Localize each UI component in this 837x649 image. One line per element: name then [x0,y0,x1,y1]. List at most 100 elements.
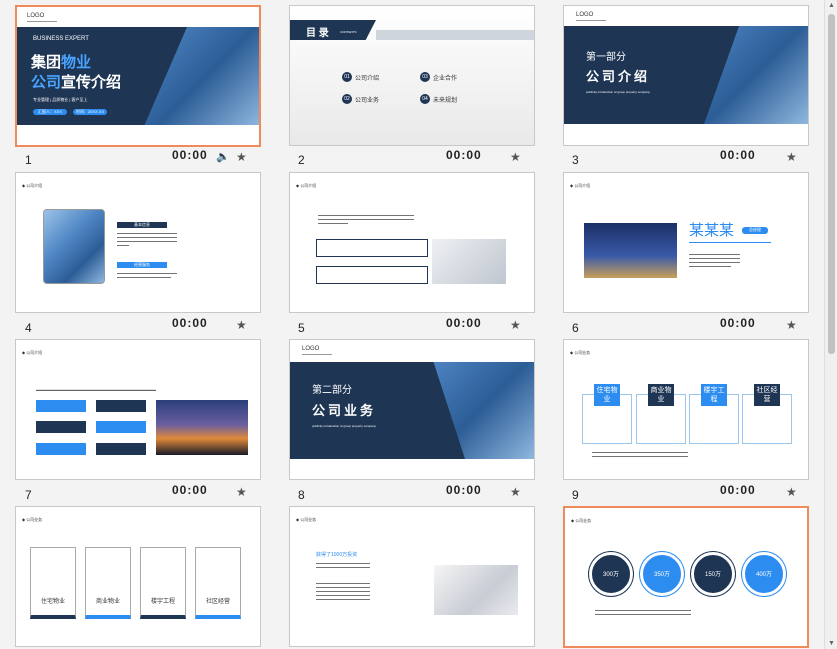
bio-text: ▬▬▬▬▬▬▬▬▬▬▬▬▬▬▬▬▬ ▬▬▬▬▬▬▬▬▬▬▬▬▬▬▬▬▬ ▬▬▬▬▬▬… [689,252,740,268]
role-badge: 总经理 [742,227,768,234]
slide-thumbnail-6[interactable]: ◆ 公司介绍 某某某 总经理 ▬▬▬▬▬▬▬▬▬▬▬▬▬▬▬▬▬ ▬▬▬▬▬▬▬▬… [563,172,809,313]
scrollbar-thumb[interactable] [828,14,835,354]
pill-reporter: 汇报人：XXX [33,109,67,115]
feature-box [96,400,146,412]
scroll-up-icon[interactable]: ▲ [828,2,835,9]
city-sunset-photo [156,400,248,455]
slide-timing: 00:00 [720,483,756,497]
toc-item-2: 公司业务 [355,98,380,104]
divider [27,21,57,22]
subtitle-en: BUSINESS EXPERT [33,36,89,42]
business-card-2: 商业物业 [85,547,131,619]
label-service: 经营服务 [117,262,167,268]
scroll-down-icon[interactable]: ▼ [828,640,835,647]
star-icon[interactable]: ★ [510,318,521,332]
slide-thumbnail-3[interactable]: LOGO 第一部分 公司介绍 publicity introduction of… [563,5,809,146]
slide-timing: 00:00 [446,483,482,497]
section-tag: ◆ 公司业务 [570,350,591,355]
service-label-4: 社区经营 [754,384,780,406]
slide-timing: 00:00 [720,316,756,330]
slide-number: 7 [25,488,32,502]
star-icon[interactable]: ★ [786,485,797,499]
stat-circle-2: 350万 [640,552,684,596]
slide-number: 9 [572,488,579,502]
section-tag: ◆ 公司业务 [296,517,317,522]
footer-text: ▬▬▬▬▬▬▬▬▬▬▬▬▬▬▬▬▬▬▬▬▬▬▬▬▬▬▬▬▬▬▬▬ ▬▬▬▬▬▬▬▬… [592,450,688,458]
heading: 获得了1000万投资 [316,552,358,558]
body-text: ▬▬▬▬▬▬▬▬▬▬▬▬▬▬▬▬▬▬▬▬▬▬▬▬▬▬▬▬▬▬▬▬▬▬▬▬▬▬▬▬… [316,581,370,601]
section-tag: ◆ 公司介绍 [22,183,43,188]
body-text: ▬▬▬▬▬▬▬▬▬▬▬▬▬▬▬▬▬▬▬▬ ▬▬▬▬▬▬▬▬▬▬▬▬▬▬▬▬▬▬ [117,271,177,279]
toc-num-2: 02 [342,94,352,104]
city-night-photo [584,223,677,278]
logo-text: LOGO [27,13,45,19]
star-icon[interactable]: ★ [786,318,797,332]
section-tag: ◆ 公司介绍 [570,183,591,188]
part-label: 第二部分 [312,385,352,396]
slide-thumbnail-5[interactable]: ◆ 公司介绍 ▬▬▬▬▬▬▬▬▬▬▬▬▬▬▬▬▬▬▬▬▬▬▬▬▬▬▬▬▬▬▬▬ ▬… [289,172,535,313]
toc-bar [376,30,534,40]
toc-item-1: 公司介绍 [355,76,380,82]
toc-item-4: 未来规划 [433,98,458,104]
slide-thumbnail-8[interactable]: LOGO 第二部分 公司业务 publicity introduction of… [289,339,535,480]
slide-timing: 00:00 [446,316,482,330]
intro-text: ▬▬▬▬▬▬▬▬▬▬▬▬▬▬▬▬▬▬▬▬▬▬▬▬▬▬▬▬▬▬ [36,387,156,392]
star-icon[interactable]: ★ [510,150,521,164]
star-icon[interactable]: ★ [236,485,247,499]
slide-number: 5 [298,321,305,335]
stat-circle-1: 300万 [589,552,633,596]
slide-thumbnail-4[interactable]: ◆ 公司介绍 基本信息 ▬▬▬▬▬▬▬▬▬▬▬▬▬▬▬▬▬▬▬▬ ▬▬▬▬▬▬▬▬… [15,172,261,313]
slide-number: 2 [298,153,305,167]
logo-text: LOGO [302,346,320,352]
pill-date: 时间：20XX.XX [73,109,107,115]
toc-num-4: 04 [420,94,430,104]
star-icon[interactable]: ★ [510,485,521,499]
business-card-3: 楼宇工程 [140,547,186,619]
service-label-2: 商业物业 [648,384,674,406]
slide-thumbnail-1[interactable]: LOGO BUSINESS EXPERT 集团物业 公司宣传介绍 专业管理 | … [15,5,261,147]
section-tag: ◆ 公司介绍 [22,350,43,355]
service-label-1: 住宅物业 [594,384,620,406]
feature-box [96,421,146,433]
speaker-icon[interactable]: 🔈 [216,150,230,163]
info-box-2 [316,266,428,284]
section-subtitle-en: publicity introduction of group property… [312,424,376,428]
person-name: 某某某 [689,222,735,239]
slide-number: 8 [298,488,305,502]
logo-text: LOGO [576,12,594,18]
star-icon[interactable]: ★ [236,150,247,164]
business-card-4: 社区经营 [195,547,241,619]
toc-num-3: 03 [420,72,430,82]
star-icon[interactable]: ★ [236,318,247,332]
section-tag: ◆ 公司介绍 [296,183,317,188]
slide-timing: 00:00 [172,148,208,162]
slide-thumbnail-2[interactable]: 目 录 CONTENTS 01 公司介绍 02 公司业务 03 企业合作 04 … [289,5,535,146]
slide-thumbnail-7[interactable]: ◆ 公司介绍 ▬▬▬▬▬▬▬▬▬▬▬▬▬▬▬▬▬▬▬▬▬▬▬▬▬▬▬▬▬▬ [15,339,261,480]
slide-timing: 00:00 [172,316,208,330]
slide-thumbnail-9[interactable]: ◆ 公司业务 住宅物业 商业物业 楼宇工程 社区经营 ▬▬▬▬▬▬▬▬▬▬▬▬▬… [563,339,809,480]
section-title: 公司业务 [312,403,377,418]
slide-number: 6 [572,321,579,335]
slide-sorter-grid: LOGO BUSINESS EXPERT 集团物业 公司宣传介绍 专业管理 | … [0,0,824,649]
section-subtitle-en: publicity introduction of group property… [586,90,650,94]
slide-thumbnail-11[interactable]: ◆ 公司业务 获得了1000万投资 ▬▬▬▬▬▬▬▬▬▬▬▬▬▬▬▬▬▬ ▬▬▬▬… [289,506,535,647]
tagline: 专业管理 | 品质物业 | 客户至上 [33,97,88,102]
service-label-3: 楼宇工程 [701,384,727,406]
slide-title-line2: 公司宣传介绍 [31,74,122,91]
toc-title: 目 录 [306,28,329,39]
body-text: ▬▬▬▬▬▬▬▬▬▬▬▬▬▬▬▬▬▬▬▬▬▬▬▬▬▬▬▬▬▬▬▬▬▬▬▬▬▬▬▬… [117,231,177,247]
intro-text: ▬▬▬▬▬▬▬▬▬▬▬▬▬▬▬▬▬▬▬▬▬▬▬▬▬▬▬▬▬▬▬▬ ▬▬▬▬▬▬▬▬… [318,213,414,225]
slide-number: 1 [25,153,32,167]
section-tag: ◆ 公司业务 [22,517,43,522]
building-photo [43,209,105,284]
feature-box [36,443,86,455]
vertical-scrollbar[interactable]: ▲ ▼ [824,0,837,649]
slide-thumbnail-12[interactable]: ◆ 公司业务 300万 350万 150万 400万 ▬▬▬▬▬▬▬▬▬▬▬▬▬… [563,506,809,648]
business-card-1: 住宅物业 [30,547,76,619]
slide-number: 4 [25,321,32,335]
slide-thumbnail-10[interactable]: ◆ 公司业务 住宅物业 商业物业 楼宇工程 社区经营 [15,506,261,647]
star-icon[interactable]: ★ [786,150,797,164]
toc-num-1: 01 [342,72,352,82]
office-photo [432,239,506,284]
toc-banner [290,20,376,40]
